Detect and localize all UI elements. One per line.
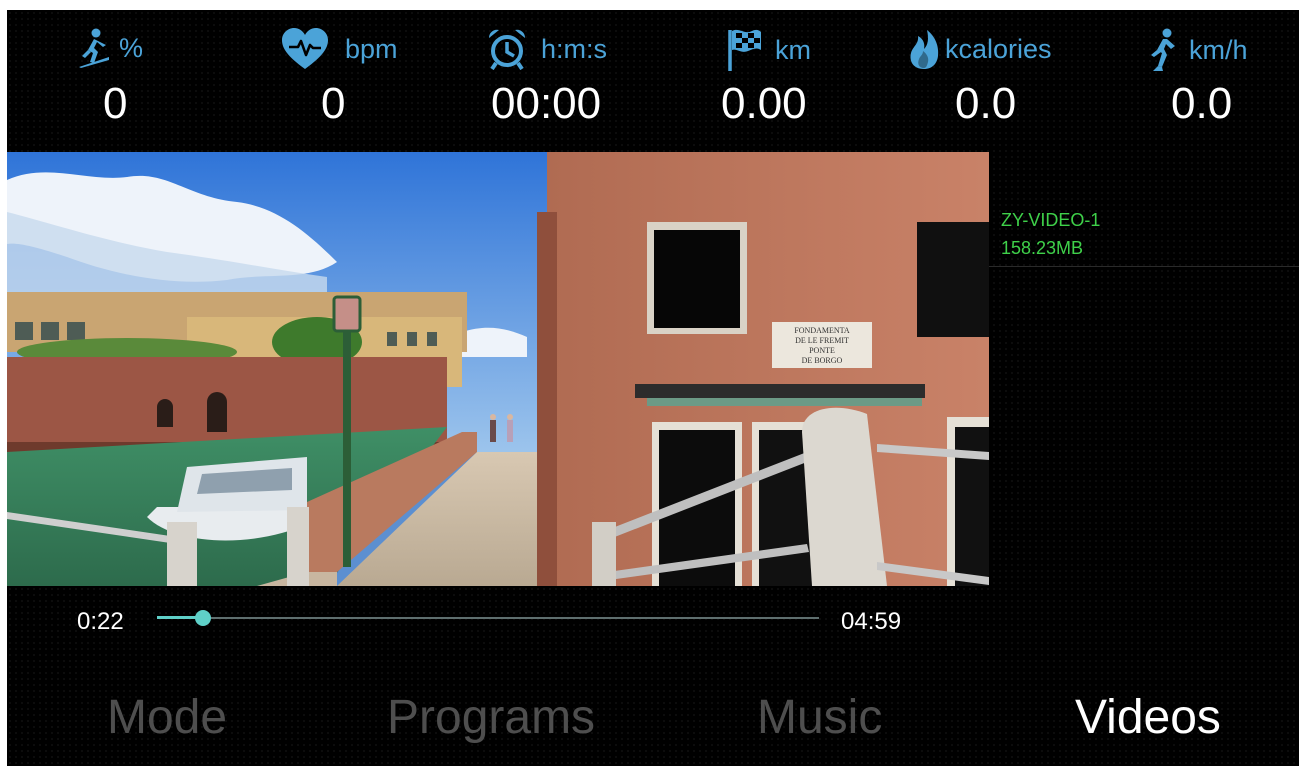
stat-unit: km bbox=[775, 34, 811, 65]
tab-music[interactable]: Music bbox=[757, 690, 882, 745]
treadmill-screen: % 0 bpm 0 h:m:s 00:00 km 0.00 kcalories … bbox=[7, 10, 1299, 766]
stat-value: 0.00 bbox=[721, 79, 807, 128]
street-sign-line: DE BORGO bbox=[802, 356, 843, 365]
tab-videos[interactable]: Videos bbox=[1075, 690, 1221, 745]
runner-icon bbox=[1149, 28, 1179, 72]
tab-mode[interactable]: Mode bbox=[107, 690, 227, 745]
current-time: 0:22 bbox=[77, 608, 124, 635]
stat-unit: kcalories bbox=[945, 33, 1052, 64]
video-name: ZY-VIDEO-1 bbox=[1001, 210, 1101, 230]
stat-value: 0 bbox=[103, 79, 128, 128]
stat-value: 0.0 bbox=[1171, 79, 1233, 128]
checkered-flag-icon bbox=[727, 28, 763, 72]
runner-incline-icon bbox=[77, 28, 111, 68]
alarm-clock-icon bbox=[487, 28, 527, 70]
stat-value: 0 bbox=[321, 79, 346, 128]
stat-unit: km/h bbox=[1189, 34, 1248, 65]
stat-unit: % bbox=[119, 32, 144, 63]
video-playlist: ZY-VIDEO-1 158.23MB bbox=[989, 152, 1299, 586]
stat-value: 00:00 bbox=[491, 79, 602, 128]
seek-bar[interactable] bbox=[157, 610, 819, 626]
heart-pulse-icon bbox=[281, 28, 329, 70]
stat-unit: bpm bbox=[345, 33, 398, 64]
tab-programs[interactable]: Programs bbox=[387, 690, 595, 745]
street-sign-line: DE LE FREMIT bbox=[795, 336, 849, 345]
street-sign-line: PONTE bbox=[809, 346, 835, 355]
flame-icon bbox=[909, 28, 939, 70]
playlist-item[interactable]: ZY-VIDEO-1 158.23MB bbox=[989, 206, 1299, 267]
stat-unit: h:m:s bbox=[541, 33, 608, 64]
video-scene-image: FONDAMENTA DE LE FREMIT PONTE DE BORGO bbox=[7, 152, 989, 586]
street-sign-line: FONDAMENTA bbox=[794, 326, 850, 335]
total-time: 04:59 bbox=[841, 608, 902, 635]
seek-knob[interactable] bbox=[195, 610, 212, 626]
video-frame[interactable]: FONDAMENTA DE LE FREMIT PONTE DE BORGO bbox=[7, 152, 989, 586]
stat-value: 0.0 bbox=[955, 79, 1017, 128]
video-size: 158.23MB bbox=[1001, 238, 1084, 258]
